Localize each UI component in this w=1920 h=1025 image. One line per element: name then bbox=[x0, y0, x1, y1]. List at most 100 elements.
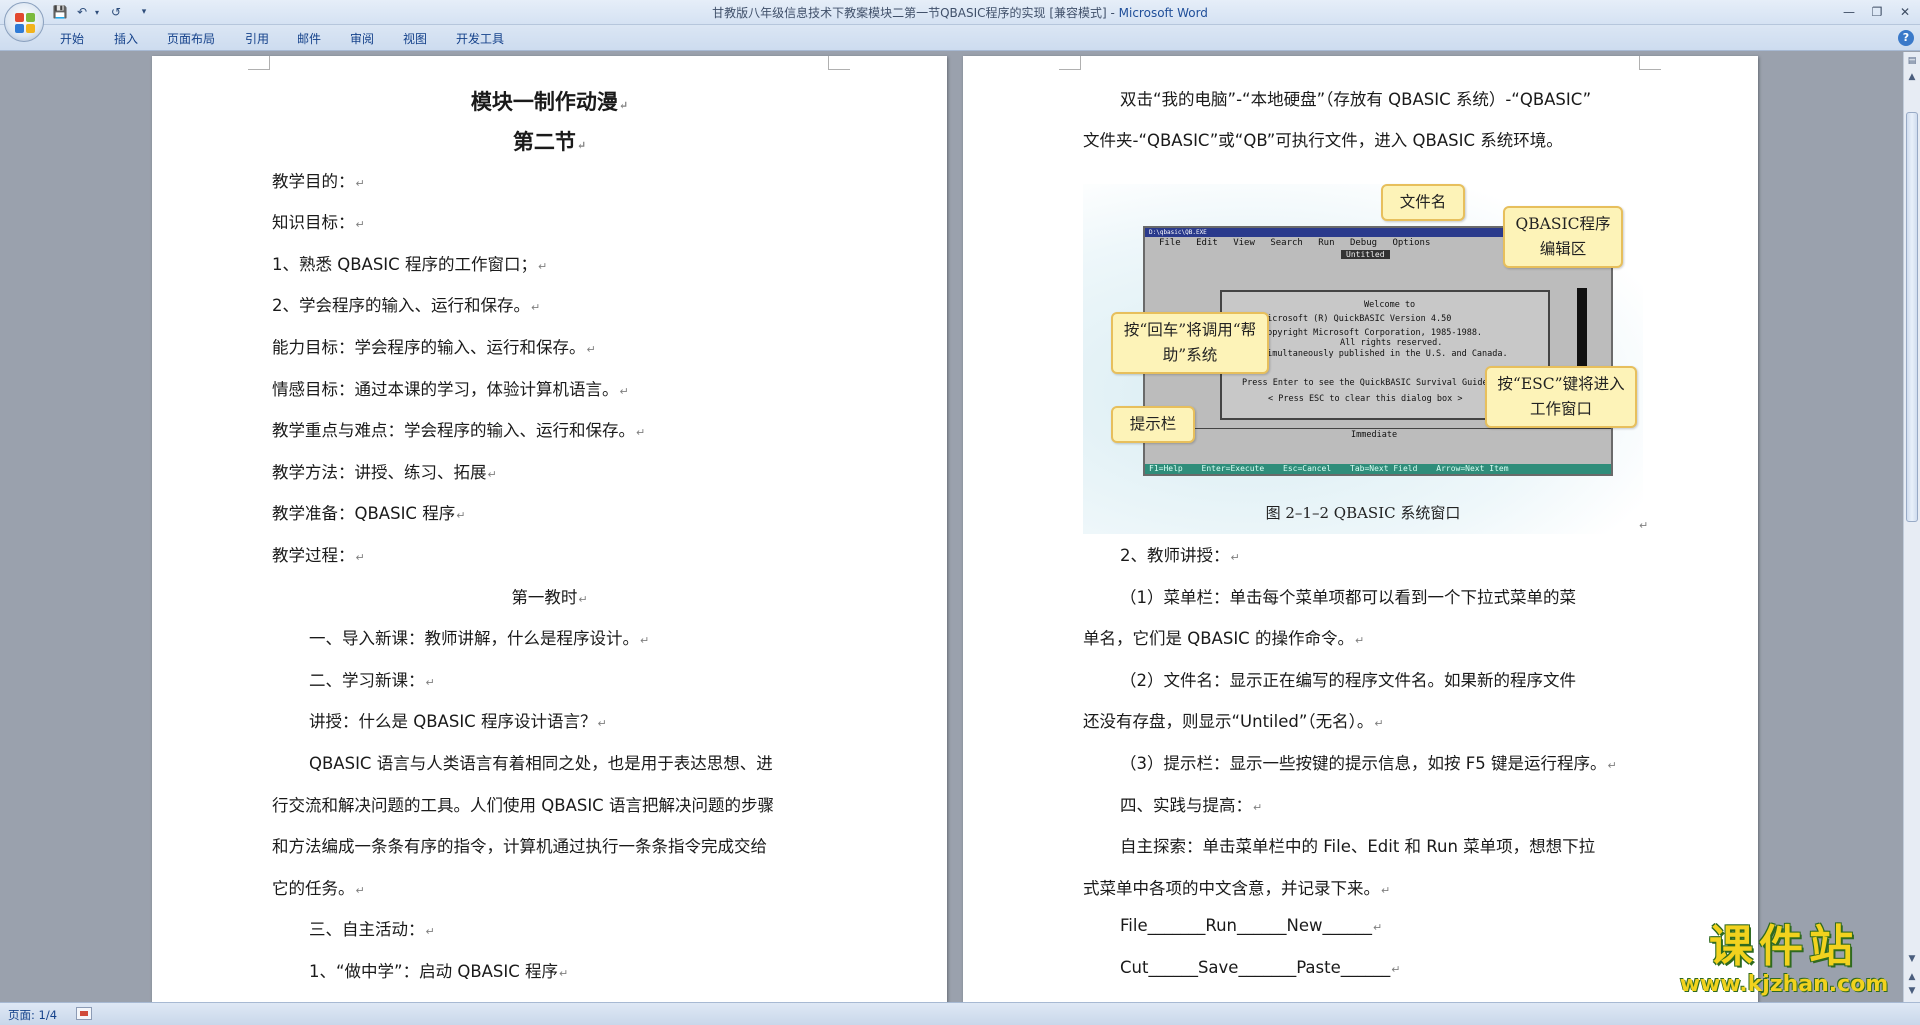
qbasic-menu-item: Search bbox=[1270, 238, 1303, 248]
margin-corner bbox=[1639, 56, 1661, 70]
paragraph: QBASIC 语言与人类语言有着相同之处，也是用于表达思想、进 bbox=[309, 754, 773, 773]
paragraph: 三、自主活动：↵ bbox=[309, 920, 435, 939]
paragraph: 2、学会程序的输入、运行和保存。↵ bbox=[272, 296, 541, 315]
page-1: 模块一制作动漫↵ 第二节↵ 教学目的：↵ 知识目标：↵ 1、熟悉 QBASIC … bbox=[152, 56, 947, 1002]
restore-icon[interactable]: ❐ bbox=[1866, 3, 1888, 21]
app-name: Microsoft Word bbox=[1118, 6, 1208, 20]
paragraph: 一、导入新课：教师讲解，什么是程序设计。↵ bbox=[309, 629, 650, 648]
paragraph: 2、教师讲授：↵ bbox=[1120, 546, 1240, 565]
figure-caption: 图 2–1–2 QBASIC 系统窗口 bbox=[1265, 504, 1461, 522]
watermark-logo: 课件站 www.kjzhan.com bbox=[1668, 922, 1900, 1002]
tab-page-layout[interactable]: 页面布局 bbox=[167, 30, 215, 47]
document-name: 甘教版八年级信息技术下教案模块二第一节QBASIC程序的实现 [兼容模式] - bbox=[712, 6, 1119, 20]
help-icon[interactable]: ? bbox=[1898, 30, 1914, 46]
margin-corner bbox=[248, 56, 270, 70]
paragraph: 情感目标：通过本课的学习，体验计算机语言。↵ bbox=[272, 380, 629, 399]
qbasic-status-bar: F1=Help Enter=Execute Esc=Cancel Tab=Nex… bbox=[1145, 464, 1611, 474]
paragraph: （1）菜单栏：单击每个菜单项都可以看到一个下拉式菜单的菜 bbox=[1120, 588, 1576, 607]
paragraph: （2）文件名：显示正在编写的程序文件名。如果新的程序文件 bbox=[1120, 671, 1576, 690]
scroll-down-icon[interactable]: ▼ bbox=[1906, 952, 1918, 966]
qbasic-window-figure: D:\qbasic\QB.EXE File Edit View Search R… bbox=[1083, 184, 1643, 534]
paragraph: 1、熟悉 QBASIC 程序的工作窗口；↵ bbox=[272, 255, 548, 274]
session-heading: 第一教时↵ bbox=[511, 588, 588, 607]
callout-statusbar: 提示栏 bbox=[1111, 406, 1195, 443]
dialog-line: < Press ESC to clear this dialog box > bbox=[1268, 394, 1463, 404]
status-bar: 页面: 1/4 bbox=[0, 1002, 1920, 1025]
paragraph: （3）提示栏：显示一些按键的提示信息，如按 F5 键是运行程序。↵ bbox=[1120, 754, 1617, 773]
paragraph: 教学目的：↵ bbox=[272, 172, 365, 191]
dialog-line: Simultaneously published in the U.S. and… bbox=[1262, 349, 1508, 359]
dialog-line: Copyright Microsoft Corporation, 1985-19… bbox=[1262, 328, 1483, 338]
callout-filename: 文件名 bbox=[1381, 184, 1465, 221]
paragraph: 和方法编成一条条有序的指令，计算机通过执行一条条指令完成交给 bbox=[272, 837, 767, 856]
qbasic-menu-item: View bbox=[1233, 238, 1255, 248]
page-indicator[interactable]: 页面: 1/4 bbox=[8, 1007, 57, 1023]
next-page-icon[interactable]: ▼ bbox=[1906, 984, 1918, 998]
paragraph: 还没有存盘，则显示“Untiled”（无名）。↵ bbox=[1083, 712, 1384, 731]
paragraph: 自主探索：单击菜单栏中的 File、Edit 和 Run 菜单项，想想下拉 bbox=[1120, 837, 1596, 856]
scroll-up-icon[interactable]: ▲ bbox=[1906, 70, 1918, 84]
paragraph: 教学重点与难点：学会程序的输入、运行和保存。↵ bbox=[272, 421, 646, 440]
paragraph: 1、“做中学”：启动 QBASIC 程序↵ bbox=[309, 962, 569, 981]
paragraph: 教学过程：↵ bbox=[272, 546, 365, 565]
paragraph-mark: ↵ bbox=[1639, 519, 1649, 532]
paragraph: 它的任务。↵ bbox=[272, 879, 365, 898]
qbasic-menu-item: File bbox=[1159, 238, 1181, 248]
document-title: 模块一制作动漫↵ bbox=[470, 89, 629, 114]
title-bar: 💾 ↶ ▾ ↺ ▾ 甘教版八年级信息技术下教案模块二第一节QBASIC程序的实现… bbox=[0, 0, 1920, 25]
callout-enter-help: 按“回车”将调用“帮助”系统 bbox=[1111, 312, 1269, 374]
paragraph: 教学准备：QBASIC 程序↵ bbox=[272, 504, 466, 523]
paragraph: 讲授：什么是 QBASIC 程序设计语言？↵ bbox=[309, 712, 607, 731]
language-icon[interactable] bbox=[76, 1007, 92, 1020]
watermark-url: www.kjzhan.com bbox=[1679, 972, 1889, 997]
paragraph: 双击“我的电脑”-“本地硬盘”（存放有 QBASIC 系统）-“QBASIC” bbox=[1120, 90, 1592, 109]
margin-corner bbox=[828, 56, 850, 70]
status-key: Esc=Cancel bbox=[1283, 464, 1332, 473]
paragraph: 二、学习新课：↵ bbox=[309, 671, 435, 690]
document-area[interactable]: 模块一制作动漫↵ 第二节↵ 教学目的：↵ 知识目标：↵ 1、熟悉 QBASIC … bbox=[0, 52, 1900, 1002]
status-key: Enter=Execute bbox=[1201, 464, 1265, 473]
paragraph: Cut______Save_______Paste______↵ bbox=[1120, 958, 1401, 977]
qbasic-immediate: Immediate bbox=[1351, 430, 1398, 440]
scroll-thumb[interactable] bbox=[1906, 112, 1918, 522]
tab-mailings[interactable]: 邮件 bbox=[297, 30, 321, 47]
paragraph: 单名，它们是 QBASIC 的操作命令。↵ bbox=[1083, 629, 1365, 648]
paragraph: 教学方法：讲授、练习、拓展↵ bbox=[272, 463, 497, 482]
paragraph: 四、实践与提高：↵ bbox=[1120, 796, 1263, 815]
tab-insert[interactable]: 插入 bbox=[114, 30, 138, 47]
callout-editor: QBASIC程序编辑区 bbox=[1503, 206, 1623, 268]
close-icon[interactable]: ✕ bbox=[1894, 3, 1916, 21]
document-subtitle: 第二节↵ bbox=[512, 129, 587, 154]
vertical-scrollbar[interactable]: ▤ ▲ ▼ ▲ ▼ bbox=[1903, 52, 1920, 1002]
tab-view[interactable]: 视图 bbox=[403, 30, 427, 47]
minimize-icon[interactable]: — bbox=[1838, 3, 1860, 21]
qbasic-menu-item: Run bbox=[1318, 238, 1335, 248]
tab-developer[interactable]: 开发工具 bbox=[456, 30, 504, 47]
qbasic-menu-item: Debug bbox=[1349, 238, 1378, 248]
previous-page-icon[interactable]: ▲ bbox=[1906, 970, 1918, 984]
dialog-line: Microsoft (R) QuickBASIC Version 4.50 bbox=[1262, 314, 1452, 324]
qbasic-filename: Untitled bbox=[1341, 250, 1390, 259]
status-key: Arrow=Next Item bbox=[1436, 464, 1509, 473]
callout-esc: 按“ESC”键将进入工作窗口 bbox=[1485, 366, 1637, 428]
ruler-toggle-icon[interactable]: ▤ bbox=[1906, 54, 1918, 68]
page-2: 双击“我的电脑”-“本地硬盘”（存放有 QBASIC 系统）-“QBASIC” … bbox=[963, 56, 1758, 1002]
ribbon-tabs: 开始 插入 页面布局 引用 邮件 审阅 视图 开发工具 ? bbox=[0, 25, 1920, 51]
paragraph: 知识目标：↵ bbox=[272, 213, 365, 232]
paragraph: 文件夹-“QBASIC”或“QB”可执行文件，进入 QBASIC 系统环境。 bbox=[1083, 131, 1563, 150]
window-title: 甘教版八年级信息技术下教案模块二第一节QBASIC程序的实现 [兼容模式] - … bbox=[0, 4, 1920, 21]
office-button[interactable] bbox=[4, 2, 44, 42]
qbasic-menu-item: Options bbox=[1392, 238, 1431, 248]
tab-references[interactable]: 引用 bbox=[245, 30, 269, 47]
margin-corner bbox=[1059, 56, 1081, 70]
tab-review[interactable]: 审阅 bbox=[350, 30, 374, 47]
status-key: F1=Help bbox=[1149, 464, 1183, 473]
paragraph: File_______Run______New______↵ bbox=[1120, 916, 1383, 935]
qbasic-menu-item: Edit bbox=[1196, 238, 1218, 248]
tab-home[interactable]: 开始 bbox=[60, 30, 84, 47]
dialog-line: All rights reserved. bbox=[1340, 338, 1443, 348]
office-logo-icon bbox=[15, 13, 35, 33]
dialog-line: Press Enter to see the QuickBASIC Surviv… bbox=[1242, 378, 1488, 388]
paragraph: 式菜单中各项的中文含意，并记录下来。↵ bbox=[1083, 879, 1391, 898]
status-key: Tab=Next Field bbox=[1350, 464, 1418, 473]
